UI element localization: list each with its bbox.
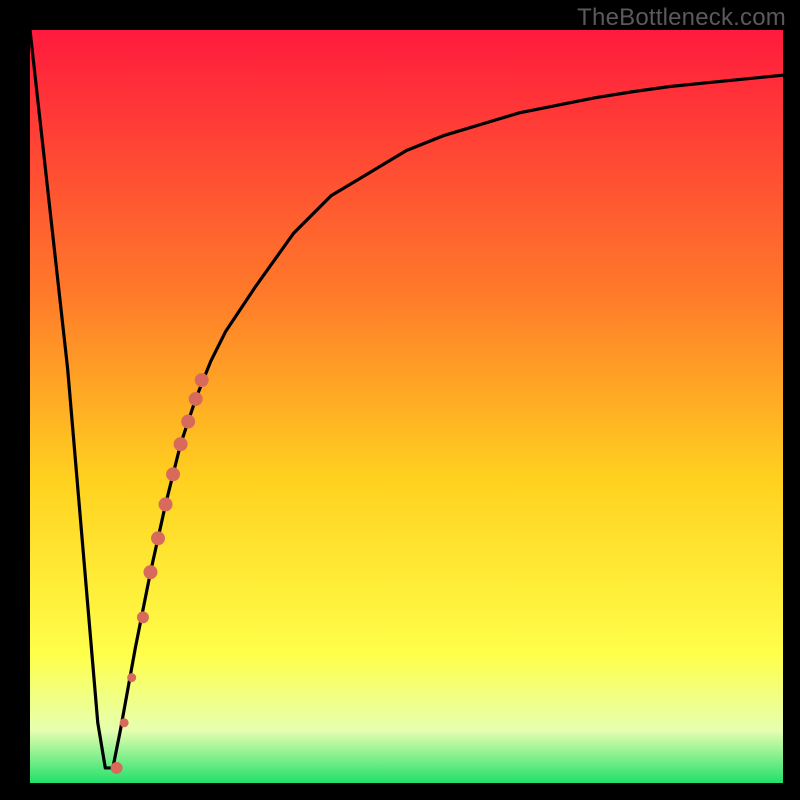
marker-point [128,674,136,682]
marker-point [111,762,122,773]
chart-svg [30,30,783,783]
marker-point [152,532,165,545]
watermark-text: TheBottleneck.com [577,4,786,32]
marker-point [144,566,157,579]
marker-point [167,468,180,481]
marker-point [137,612,148,623]
marker-point [120,719,128,727]
chart-frame: TheBottleneck.com [0,0,800,800]
marker-point [195,374,208,387]
marker-point [159,498,172,511]
gradient-background [30,30,783,783]
plot-area [30,30,783,783]
marker-point [174,438,187,451]
marker-point [189,392,202,405]
marker-point [182,415,195,428]
